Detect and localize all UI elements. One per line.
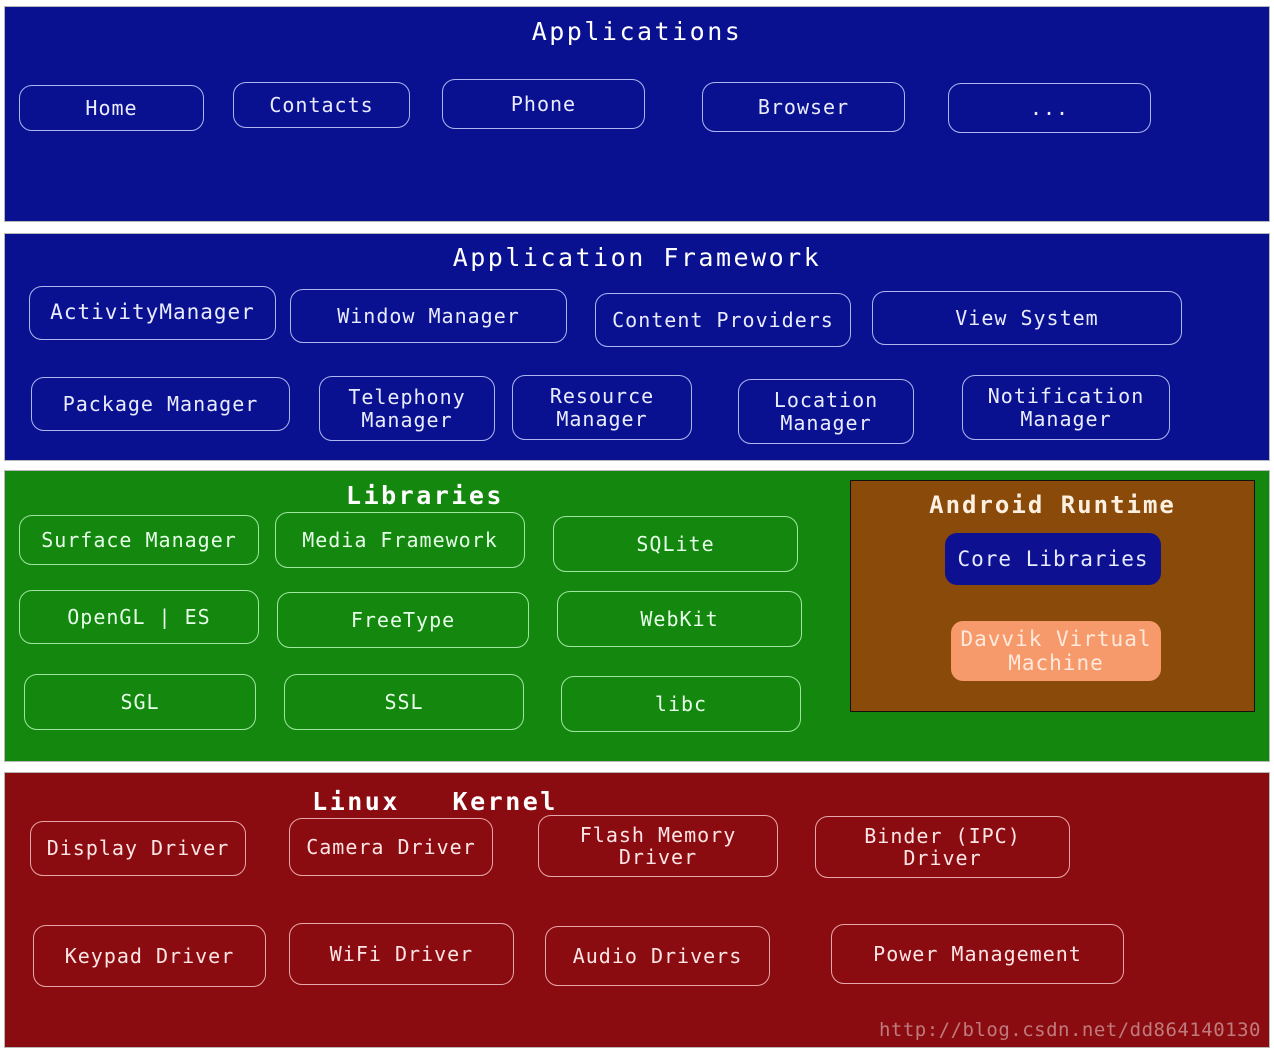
kernel-label: Binder (IPC) Driver (864, 825, 1021, 870)
framework-box-content-providers[interactable]: Content Providers (595, 293, 851, 347)
kernel-label: Power Management (873, 943, 1082, 965)
library-label: SQLite (636, 533, 714, 555)
layer-application-framework: Application Framework ActivityManager Wi… (4, 233, 1270, 461)
framework-label: Window Manager (337, 305, 520, 327)
kernel-box-flash-memory-driver[interactable]: Flash Memory Driver (538, 815, 778, 877)
library-label: SGL (120, 691, 159, 713)
library-box-opengl-es[interactable]: OpenGL | ES (19, 590, 259, 644)
library-label: FreeType (351, 609, 455, 631)
android-architecture-diagram: Applications Home Contacts Phone Browser… (0, 0, 1274, 1052)
framework-label: View System (955, 307, 1098, 329)
library-label: OpenGL | ES (67, 606, 210, 628)
kernel-label: Audio Drivers (573, 945, 743, 967)
library-box-media-framework[interactable]: Media Framework (275, 512, 525, 568)
library-label: libc (655, 693, 707, 715)
runtime-box-core-libraries[interactable]: Core Libraries (945, 533, 1161, 585)
applications-title: Applications (5, 17, 1269, 46)
framework-label: Package Manager (63, 393, 259, 415)
framework-box-location-manager[interactable]: Location Manager (738, 379, 914, 444)
framework-label: Location Manager (774, 389, 878, 434)
framework-title: Application Framework (5, 243, 1269, 272)
library-box-ssl[interactable]: SSL (284, 674, 524, 730)
watermark-url: http://blog.csdn.net/dd864140130 (879, 1019, 1261, 1041)
library-label: Media Framework (302, 529, 498, 551)
layer-applications: Applications Home Contacts Phone Browser… (4, 6, 1270, 222)
framework-label: Content Providers (612, 309, 834, 331)
framework-label: Resource Manager (550, 385, 654, 430)
kernel-label: Camera Driver (306, 836, 476, 858)
kernel-box-binder-ipc-driver[interactable]: Binder (IPC) Driver (815, 816, 1070, 878)
library-box-sqlite[interactable]: SQLite (553, 516, 798, 572)
framework-label: Notification Manager (988, 385, 1145, 430)
app-label: Phone (511, 93, 576, 115)
framework-box-notification-manager[interactable]: Notification Manager (962, 375, 1170, 440)
app-label: Home (85, 97, 137, 119)
framework-box-activity-manager[interactable]: ActivityManager (29, 286, 276, 340)
library-box-sgl[interactable]: SGL (24, 674, 256, 730)
framework-label: Telephony Manager (348, 386, 465, 431)
app-label: Browser (758, 96, 849, 118)
kernel-box-wifi-driver[interactable]: WiFi Driver (289, 923, 514, 985)
kernel-label: WiFi Driver (330, 943, 473, 965)
app-box-more[interactable]: ... (948, 83, 1151, 133)
framework-box-window-manager[interactable]: Window Manager (290, 289, 567, 343)
android-runtime-panel: Android Runtime Core Libraries Davvik Vi… (850, 480, 1255, 712)
app-label: ... (1030, 97, 1069, 119)
library-box-freetype[interactable]: FreeType (277, 592, 529, 648)
kernel-box-power-management[interactable]: Power Management (831, 924, 1124, 984)
app-box-home[interactable]: Home (19, 85, 204, 131)
libraries-title: Libraries (5, 481, 845, 510)
library-label: WebKit (640, 608, 718, 630)
runtime-box-dalvik-virtual-machine[interactable]: Davvik Virtual Machine (951, 621, 1161, 681)
kernel-label: Flash Memory Driver (580, 824, 737, 869)
library-label: Surface Manager (41, 529, 237, 551)
library-box-surface-manager[interactable]: Surface Manager (19, 515, 259, 565)
library-box-webkit[interactable]: WebKit (557, 591, 802, 647)
kernel-box-keypad-driver[interactable]: Keypad Driver (33, 925, 266, 987)
android-runtime-title: Android Runtime (851, 491, 1254, 519)
kernel-box-display-driver[interactable]: Display Driver (30, 821, 246, 876)
app-label: Contacts (269, 94, 373, 116)
framework-box-telephony-manager[interactable]: Telephony Manager (319, 376, 495, 441)
kernel-label: Display Driver (47, 837, 230, 859)
runtime-label: Davvik Virtual Machine (960, 627, 1151, 675)
framework-box-view-system[interactable]: View System (872, 291, 1182, 345)
app-box-phone[interactable]: Phone (442, 79, 645, 129)
app-box-browser[interactable]: Browser (702, 82, 905, 132)
kernel-label: Keypad Driver (65, 945, 235, 967)
kernel-box-camera-driver[interactable]: Camera Driver (289, 818, 493, 876)
app-box-contacts[interactable]: Contacts (233, 82, 410, 128)
framework-box-package-manager[interactable]: Package Manager (31, 377, 290, 431)
framework-box-resource-manager[interactable]: Resource Manager (512, 375, 692, 440)
library-label: SSL (384, 691, 423, 713)
kernel-title: Linux Kernel (5, 787, 865, 816)
layer-linux-kernel: Linux Kernel Display Driver Camera Drive… (4, 772, 1270, 1048)
framework-label: ActivityManager (50, 301, 255, 325)
library-box-libc[interactable]: libc (561, 676, 801, 732)
kernel-box-audio-drivers[interactable]: Audio Drivers (545, 926, 770, 986)
layer-libraries: Libraries Surface Manager Media Framewor… (4, 470, 1270, 762)
runtime-label: Core Libraries (957, 547, 1148, 571)
